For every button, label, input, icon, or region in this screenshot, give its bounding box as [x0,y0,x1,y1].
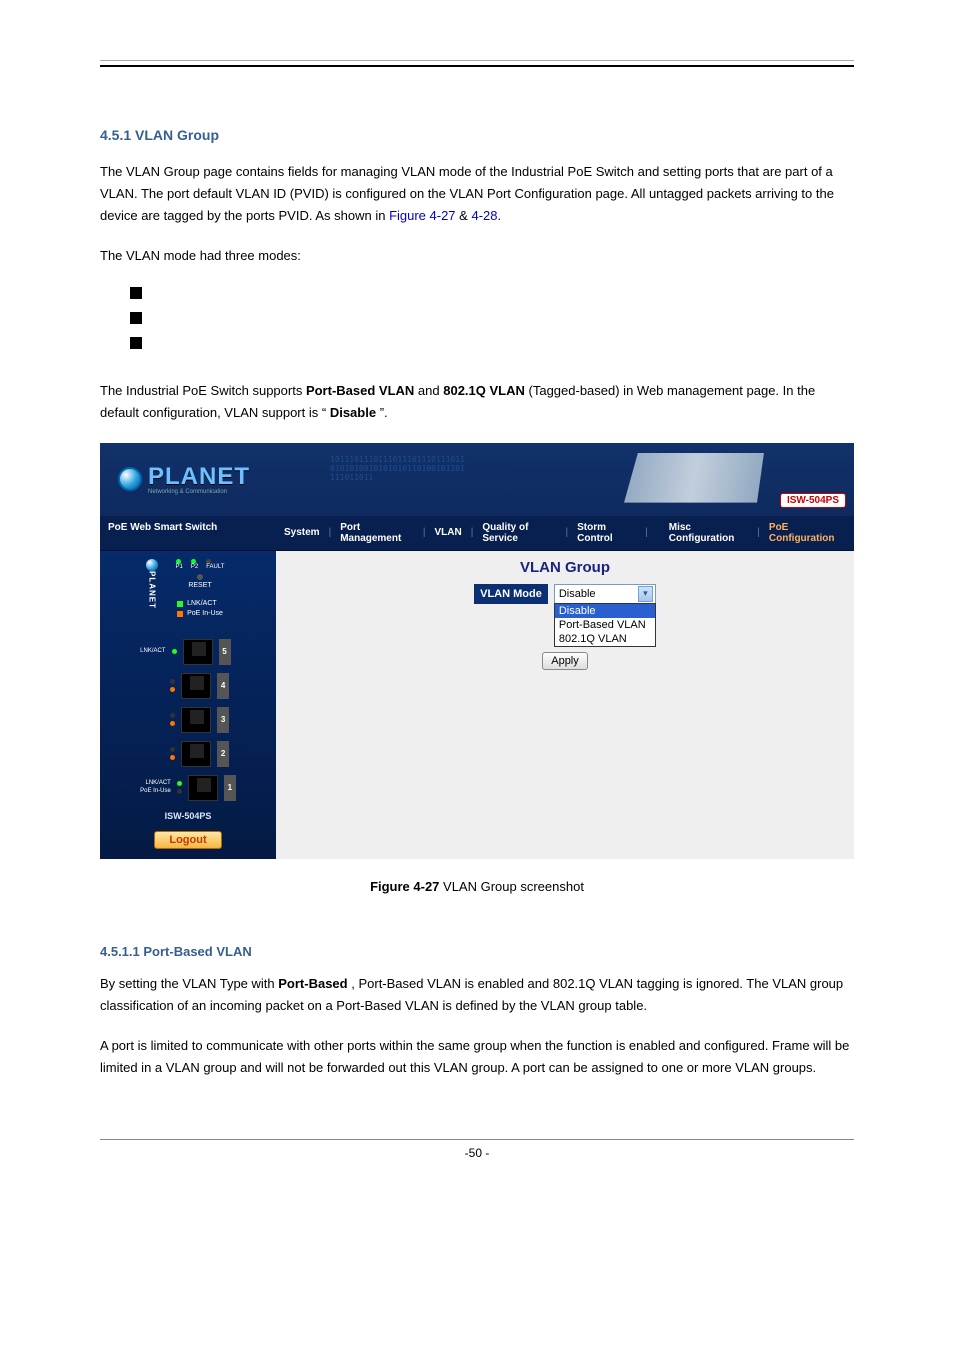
tab-storm[interactable]: Storm Control [569,516,644,550]
dropdown-option[interactable]: Port-Based VLAN [555,618,655,632]
tab-misc[interactable]: Misc Configuration [661,516,757,550]
subsection-heading: 4.5.1.1 Port-Based VLAN [100,944,854,959]
figure-link-2[interactable]: 4-28 [471,208,497,223]
device-port: 3 [140,707,236,733]
figure-main: VLAN Group VLAN Mode Disable ▾ Disable P… [276,551,854,859]
sub-paragraph-2: A port is limited to communicate with ot… [100,1035,854,1079]
tab-vlan[interactable]: VLAN [426,521,469,544]
screenshot-figure: PLANET Networking & Communication 101110… [100,443,854,859]
mode-item: Disable [154,285,200,300]
logout-button[interactable]: Logout [154,831,221,849]
device-port: 2 [140,741,236,767]
train-art [624,453,764,503]
page-number: -50 - [465,1146,490,1160]
dropdown-selected: Disable [559,588,596,600]
mode-item: Port-Based VLAN [154,310,262,325]
vlan-mode-label: VLAN Mode [474,584,548,604]
figure-link-1[interactable]: Figure 4-27 [389,208,455,223]
tab-port-management[interactable]: Port Management [332,516,422,550]
support-paragraph: The Industrial PoE Switch supports Port-… [100,380,854,424]
chevron-down-icon[interactable]: ▾ [638,586,653,602]
device-port: LNK/ACT 5 [140,639,236,665]
planet-logo: PLANET Networking & Communication [100,463,250,495]
figure-caption: Figure 4-27 VLAN Group screenshot [100,879,854,894]
apply-button[interactable]: Apply [542,652,588,670]
planet-orb-icon [118,467,142,491]
sub-paragraph-1: By setting the VLAN Type with Port-Based… [100,973,854,1017]
bullet-icon [130,287,142,299]
device-port: 4 [140,673,236,699]
dropdown-list[interactable]: Disable Port-Based VLAN 802.1Q VLAN [554,603,656,647]
device-model-label: ISW-504PS [165,811,212,821]
figure-nav: PoE Web Smart Switch System| Port Manage… [100,516,854,551]
dropdown-option[interactable]: 802.1Q VLAN [555,632,655,646]
reset-indicator: RESET [188,574,211,589]
bullet-icon [130,312,142,324]
model-badge: ISW-504PS [780,493,846,508]
tab-qos[interactable]: Quality of Service [474,516,564,550]
figure-header: PLANET Networking & Communication 101110… [100,443,854,516]
bullet-icon [130,337,142,349]
vlan-group-title: VLAN Group [520,559,610,576]
binary-decoration: 1011101110111011101110111011010101001010… [330,455,465,482]
dropdown-option[interactable]: Disable [555,604,655,618]
tab-system[interactable]: System [276,521,328,544]
mode-item: 802.1Q VLAN [154,335,236,350]
modes-intro: The VLAN mode had three modes: [100,245,854,267]
section-heading: 4.5.1 VLAN Group [100,127,854,143]
logo-text: PLANET [148,463,250,491]
figure-sidebar: PLANET P1 P2 FAULT RESET [100,551,276,859]
led-legend: LNK/ACT PoE In-Use [177,599,223,619]
page-footer: -50 - [100,1139,854,1160]
status-leds: P1 P2 FAULT [176,559,225,570]
sidebar-planet-icon: PLANET [146,559,158,609]
vlan-modes-list: Disable Port-Based VLAN 802.1Q VLAN [130,285,854,350]
intro-paragraph: The VLAN Group page contains fields for … [100,161,854,227]
tab-poe[interactable]: PoE Configuration [761,516,854,550]
device-port: LNK/ACT PoE In-Use 1 [140,775,236,801]
vlan-mode-dropdown[interactable]: Disable ▾ Disable Port-Based VLAN 802.1Q… [554,584,656,604]
sidebar-title: PoE Web Smart Switch [100,516,276,550]
